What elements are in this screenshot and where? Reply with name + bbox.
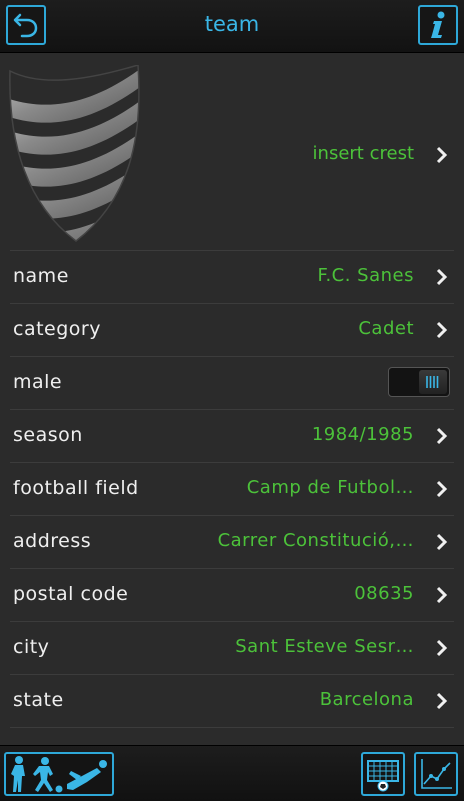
male-toggle[interactable] bbox=[388, 367, 450, 397]
field-season[interactable]: season 1984/1985 bbox=[10, 410, 454, 463]
field-male: male bbox=[10, 357, 454, 410]
grip-lines-icon bbox=[426, 376, 439, 388]
info-button[interactable] bbox=[418, 5, 458, 45]
info-icon bbox=[431, 11, 445, 38]
players-icon bbox=[11, 756, 107, 793]
field-address[interactable]: address Carrer Constitució,… bbox=[10, 516, 454, 569]
field-country[interactable]: country bbox=[10, 728, 454, 745]
stats-button[interactable] bbox=[414, 752, 458, 796]
field-label: name bbox=[13, 265, 69, 287]
top-bar: team bbox=[0, 0, 464, 53]
chevron-right-icon bbox=[436, 427, 448, 445]
field-label: season bbox=[13, 424, 83, 446]
field-value: 08635 bbox=[354, 583, 414, 604]
chevron-right-icon bbox=[436, 321, 448, 339]
crest-placeholder-icon bbox=[9, 65, 140, 242]
page-title: team bbox=[204, 12, 260, 36]
chevron-right-icon bbox=[436, 146, 448, 164]
line-chart-icon bbox=[421, 759, 452, 789]
field-value: Barcelona bbox=[319, 689, 414, 710]
chevron-right-icon bbox=[436, 268, 448, 286]
field-label: city bbox=[13, 636, 50, 658]
field-football-field[interactable]: football field Camp de Futbol… bbox=[10, 463, 454, 516]
field-postal-code[interactable]: postal code 08635 bbox=[10, 569, 454, 622]
chevron-right-icon bbox=[436, 639, 448, 657]
goal-button[interactable] bbox=[361, 752, 405, 796]
field-value: 1984/1985 bbox=[311, 424, 414, 445]
players-button[interactable] bbox=[4, 752, 114, 796]
field-label: state bbox=[13, 689, 64, 711]
chevron-right-icon bbox=[436, 586, 448, 604]
field-label: postal code bbox=[13, 583, 129, 605]
field-value: Carrer Constitució,… bbox=[217, 530, 414, 551]
field-state[interactable]: state Barcelona bbox=[10, 675, 454, 728]
field-value: Cadet bbox=[358, 318, 414, 339]
chevron-right-icon bbox=[436, 692, 448, 710]
field-label: category bbox=[13, 318, 101, 340]
field-value: Sant Esteve Sesr… bbox=[235, 636, 414, 657]
team-form: insert crest name F.C. Sanes category Ca… bbox=[0, 53, 464, 745]
field-label: address bbox=[13, 530, 92, 552]
chevron-right-icon bbox=[436, 480, 448, 498]
goal-net-icon bbox=[367, 760, 399, 792]
field-value: Camp de Futbol… bbox=[246, 477, 414, 498]
insert-crest-label: insert crest bbox=[312, 143, 414, 164]
field-value: F.C. Sanes bbox=[317, 265, 414, 286]
chevron-right-icon bbox=[436, 533, 448, 551]
toggle-knob[interactable] bbox=[419, 370, 447, 394]
field-label: male bbox=[13, 371, 63, 393]
back-button[interactable] bbox=[6, 5, 46, 45]
field-city[interactable]: city Sant Esteve Sesr… bbox=[10, 622, 454, 675]
undo-arrow-icon bbox=[13, 13, 38, 38]
field-category[interactable]: category Cadet bbox=[10, 304, 454, 357]
field-name[interactable]: name F.C. Sanes bbox=[10, 251, 454, 304]
field-label: football field bbox=[13, 477, 139, 499]
bottom-bar bbox=[0, 745, 464, 801]
crest-row[interactable]: insert crest bbox=[9, 53, 454, 251]
